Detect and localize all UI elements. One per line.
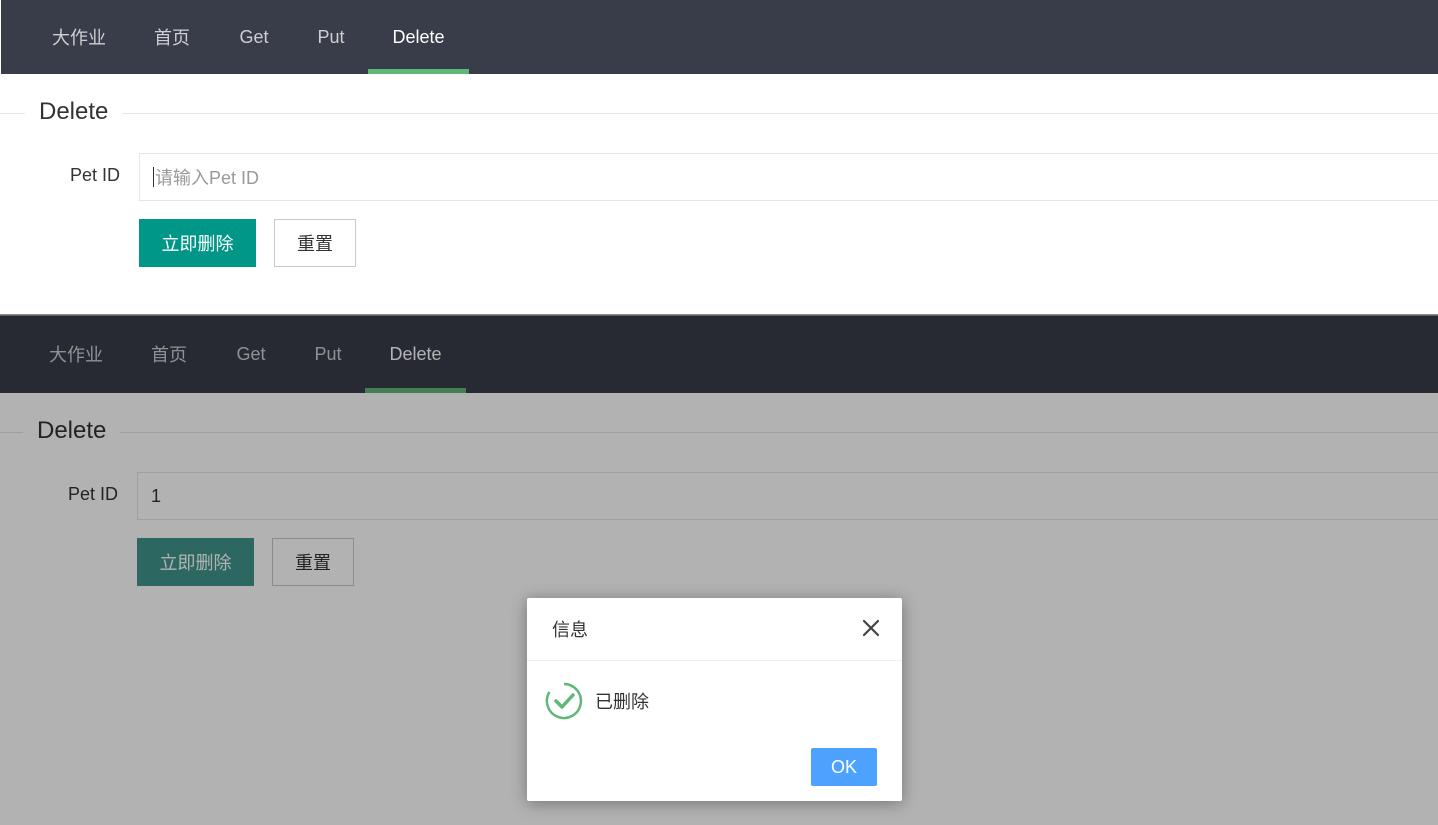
nav-label: Put — [317, 26, 345, 47]
nav-label: Get — [239, 26, 269, 47]
top-navbar: 大作业 首页 Get Put Delete — [1, 0, 1438, 74]
dialog-body: 已删除 — [545, 682, 649, 720]
ok-button[interactable]: OK — [811, 748, 877, 786]
nav-item-home[interactable]: 首页 — [135, 0, 209, 74]
nav-item-get[interactable]: Get — [221, 0, 287, 74]
reset-button[interactable]: 重置 — [274, 219, 356, 267]
fieldset-border — [0, 113, 1438, 114]
success-check-icon — [545, 682, 583, 720]
form-legend: Delete — [25, 98, 123, 126]
info-dialog: 信息 已删除 OK — [527, 598, 902, 801]
text-caret — [153, 167, 154, 187]
form-panel-after: 大作业 首页 Get Put Delete Delete Pet ID 1 立即… — [0, 315, 1438, 825]
nav-item-put[interactable]: Put — [299, 0, 363, 74]
delete-submit-button[interactable]: 立即删除 — [139, 219, 256, 267]
form-panel-before: 大作业 首页 Get Put Delete Delete Pet ID 请输入P… — [0, 0, 1438, 315]
nav-label: Delete — [392, 26, 445, 47]
pet-id-input[interactable]: 请输入Pet ID — [139, 153, 1438, 201]
nav-item-homework[interactable]: 大作业 — [35, 0, 123, 74]
pet-id-label: Pet ID — [69, 165, 120, 185]
nav-label: 大作业 — [52, 28, 106, 48]
pet-id-placeholder: 请输入Pet ID — [155, 168, 260, 188]
dialog-message: 已删除 — [595, 692, 649, 712]
active-tab-indicator — [368, 69, 469, 74]
dialog-title: 信息 — [527, 598, 902, 661]
close-icon[interactable] — [860, 617, 882, 639]
nav-label: 首页 — [154, 28, 190, 48]
nav-item-delete[interactable]: Delete — [368, 0, 469, 74]
